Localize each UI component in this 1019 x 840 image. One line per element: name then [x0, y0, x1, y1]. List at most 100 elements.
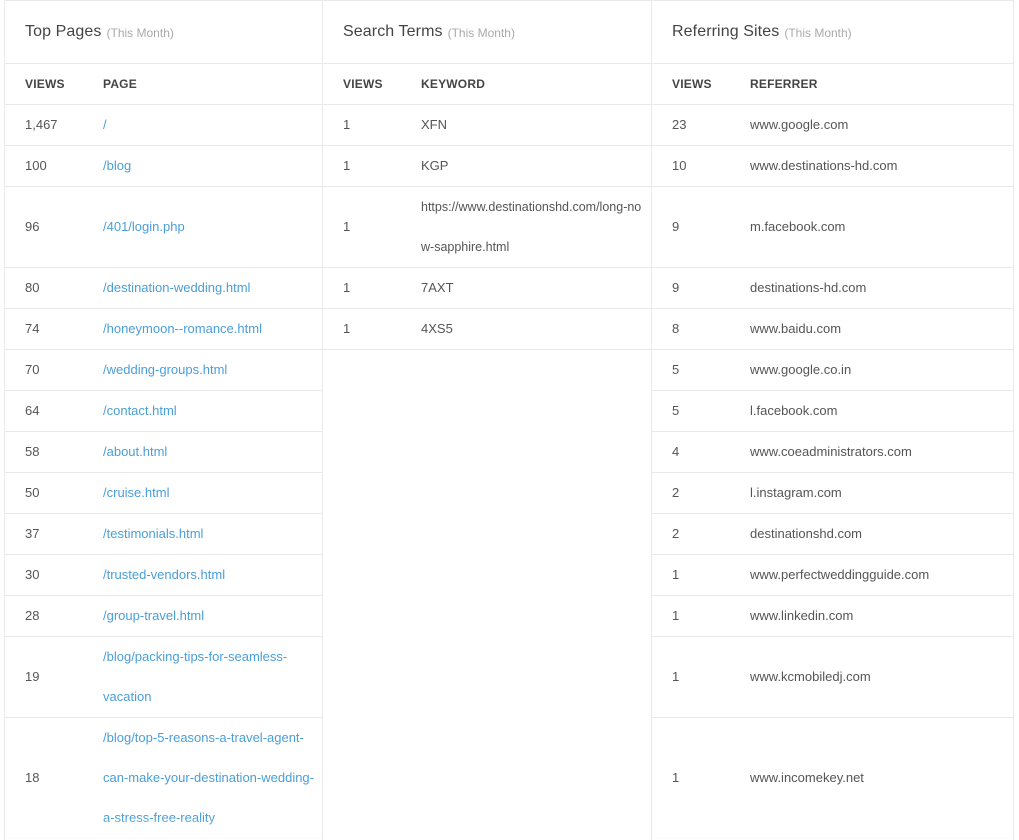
referring-sites-panel: Referring Sites (This Month) VIEWS REFER… — [652, 1, 1013, 840]
views-column-label: VIEWS — [25, 77, 65, 91]
keyword-text: 7AXT — [421, 280, 454, 295]
table-row: 50 /cruise.html — [5, 473, 322, 514]
views-count: 18 — [25, 770, 40, 785]
views-count: 1 — [343, 219, 351, 234]
top-pages-column-header: VIEWS PAGE — [5, 64, 322, 105]
table-row: 30 /trusted-vendors.html — [5, 555, 322, 596]
views-count: 96 — [25, 219, 40, 234]
views-count: 5 — [672, 403, 680, 418]
views-column-label: VIEWS — [343, 77, 383, 91]
table-row: 58 /about.html — [5, 432, 322, 473]
views-count: 9 — [672, 280, 680, 295]
referring-sites-header: Referring Sites (This Month) — [652, 1, 1013, 64]
views-count: 100 — [25, 158, 47, 173]
views-count: 37 — [25, 526, 40, 541]
page-link[interactable]: /testimonials.html — [103, 514, 322, 554]
page-link[interactable]: /trusted-vendors.html — [103, 555, 322, 595]
views-count: 19 — [25, 669, 40, 684]
referrer-text: m.facebook.com — [750, 219, 846, 234]
referrer-text: www.perfectweddingguide.com — [750, 567, 930, 582]
search-terms-panel: Search Terms (This Month) VIEWS KEYWORD … — [323, 1, 652, 840]
table-row: 1,467 / — [5, 105, 322, 146]
views-count: 8 — [672, 321, 680, 336]
table-row: 1 KGP — [323, 146, 651, 187]
views-count: 2 — [672, 485, 680, 500]
page-link[interactable]: /honeymoon--romance.html — [103, 309, 322, 349]
table-row: 1 www.perfectweddingguide.com — [652, 555, 1013, 596]
views-count: 64 — [25, 403, 40, 418]
page-link[interactable]: /401/login.php — [103, 207, 322, 247]
table-row: 1 www.kcmobiledj.com — [652, 637, 1013, 718]
views-count: 5 — [672, 362, 680, 377]
table-row: 64 /contact.html — [5, 391, 322, 432]
views-count: 80 — [25, 280, 40, 295]
table-row: 5 l.facebook.com — [652, 391, 1013, 432]
views-count: 30 — [25, 567, 40, 582]
page-link[interactable]: /group-travel.html — [103, 596, 322, 636]
page-link[interactable]: /wedding-groups.html — [103, 350, 322, 390]
views-count: 28 — [25, 608, 40, 623]
views-count: 1,467 — [25, 117, 58, 132]
page-link[interactable]: /blog/packing-tips-for-seamless-vacation — [103, 637, 322, 717]
referrer-text: www.linkedin.com — [750, 608, 854, 623]
views-count: 10 — [672, 158, 687, 173]
referrer-text: www.coeadministrators.com — [750, 444, 912, 459]
search-terms-subtitle: (This Month) — [447, 26, 515, 40]
views-count: 1 — [672, 608, 680, 623]
stats-widget: Top Pages (This Month) VIEWS PAGE 1,467 … — [4, 0, 1014, 840]
referrer-text: l.facebook.com — [750, 403, 838, 418]
page-column-label: PAGE — [103, 77, 137, 91]
page-link[interactable]: /contact.html — [103, 391, 322, 431]
views-count: 74 — [25, 321, 40, 336]
views-count: 1 — [343, 321, 351, 336]
referrer-text: www.google.com — [750, 117, 849, 132]
views-count: 1 — [343, 280, 351, 295]
table-row: 70 /wedding-groups.html — [5, 350, 322, 391]
keyword-text: https://www.destinationshd.com/long-now-… — [421, 200, 642, 254]
top-pages-header: Top Pages (This Month) — [5, 1, 322, 64]
views-count: 2 — [672, 526, 680, 541]
top-pages-subtitle: (This Month) — [106, 26, 174, 40]
page-link[interactable]: /blog/top-5-reasons-a-travel-agent-can-m… — [103, 718, 322, 838]
page-link[interactable]: /destination-wedding.html — [103, 268, 322, 308]
page-link[interactable]: /cruise.html — [103, 473, 322, 513]
views-count: 9 — [672, 219, 680, 234]
referrer-text: destinationshd.com — [750, 526, 863, 541]
table-row: 5 www.google.co.in — [652, 350, 1013, 391]
table-row: 2 l.instagram.com — [652, 473, 1013, 514]
search-terms-header: Search Terms (This Month) — [323, 1, 651, 64]
referrer-text: www.kcmobiledj.com — [750, 669, 871, 684]
referrer-text: www.baidu.com — [750, 321, 842, 336]
table-row: 1 www.incomekey.net — [652, 718, 1013, 839]
referrer-text: l.instagram.com — [750, 485, 842, 500]
scroll-fade — [323, 818, 651, 840]
search-terms-title: Search Terms — [343, 23, 443, 40]
referrer-text: www.google.co.in — [750, 362, 852, 377]
top-pages-title: Top Pages — [25, 23, 102, 40]
views-count: 58 — [25, 444, 40, 459]
table-row: 10 www.destinations-hd.com — [652, 146, 1013, 187]
views-count: 1 — [672, 669, 680, 684]
table-row: 4 www.coeadministrators.com — [652, 432, 1013, 473]
keyword-column-label: KEYWORD — [421, 77, 486, 91]
referrer-text: www.incomekey.net — [750, 770, 864, 785]
table-row: 28 /group-travel.html — [5, 596, 322, 637]
referring-sites-subtitle: (This Month) — [784, 26, 852, 40]
table-row: 1 XFN — [323, 105, 651, 146]
keyword-text: XFN — [421, 117, 447, 132]
views-count: 1 — [343, 158, 351, 173]
referrer-column-label: REFERRER — [750, 77, 818, 91]
search-terms-column-header: VIEWS KEYWORD — [323, 64, 651, 105]
referrer-text: www.destinations-hd.com — [750, 158, 898, 173]
views-count: 1 — [672, 770, 680, 785]
table-row: 23 www.google.com — [652, 105, 1013, 146]
views-count: 1 — [343, 117, 351, 132]
table-row: 1 https://www.destinationshd.com/long-no… — [323, 187, 651, 268]
table-row: 18 /blog/top-5-reasons-a-travel-agent-ca… — [5, 718, 322, 839]
page-link[interactable]: /about.html — [103, 432, 322, 472]
page-link[interactable]: / — [103, 105, 322, 145]
keyword-text: KGP — [421, 158, 449, 173]
table-row: 9 m.facebook.com — [652, 187, 1013, 268]
table-row: 8 www.baidu.com — [652, 309, 1013, 350]
page-link[interactable]: /blog — [103, 146, 322, 186]
